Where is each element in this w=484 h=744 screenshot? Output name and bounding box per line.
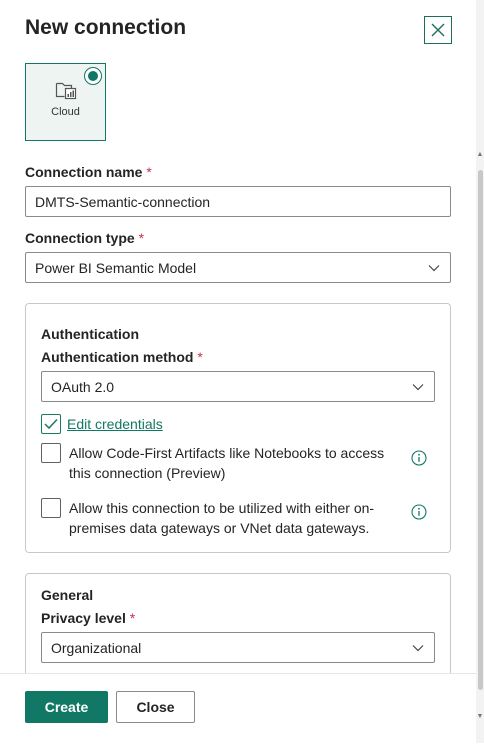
connection-name-value: DMTS-Semantic-connection xyxy=(35,193,211,210)
scroll-up-icon[interactable]: ▲ xyxy=(476,150,484,160)
info-icon[interactable] xyxy=(411,504,427,520)
chevron-down-icon xyxy=(412,644,424,651)
privacy-level-select[interactable]: Organizational xyxy=(41,632,435,663)
radio-selected-dot xyxy=(88,71,98,81)
allow-gateways-line1: Allow this connection to be utilized wit… xyxy=(69,500,375,516)
authentication-method-value: OAuth 2.0 xyxy=(51,378,115,395)
connection-type-label-text: Connection type xyxy=(25,230,135,246)
create-button[interactable]: Create xyxy=(25,691,108,723)
authentication-method-label-text: Authentication method xyxy=(41,349,194,365)
allow-code-first-text: Allow Code-First Artifacts like Notebook… xyxy=(69,443,384,483)
authentication-method-select[interactable]: OAuth 2.0 xyxy=(41,371,435,402)
privacy-level-label-text: Privacy level xyxy=(41,610,126,626)
cloud-tile-label: Cloud xyxy=(51,106,80,118)
connection-name-input[interactable]: DMTS-Semantic-connection xyxy=(25,186,451,217)
connection-type-label: Connection type * xyxy=(25,230,144,246)
cloud-connection-tile[interactable]: Cloud xyxy=(25,63,106,141)
chevron-down-icon xyxy=(412,383,424,390)
required-mark: * xyxy=(129,610,136,626)
authentication-method-label: Authentication method * xyxy=(41,349,203,365)
connection-type-value: Power BI Semantic Model xyxy=(35,259,197,276)
edit-credentials-link[interactable]: Edit credentials xyxy=(67,416,163,432)
connection-name-label: Connection name * xyxy=(25,164,152,180)
close-dialog-button[interactable] xyxy=(424,16,452,44)
connection-type-select[interactable]: Power BI Semantic Model xyxy=(25,252,451,283)
info-icon[interactable] xyxy=(411,450,427,466)
authentication-section-title: Authentication xyxy=(41,326,139,342)
chevron-down-icon xyxy=(428,264,440,271)
cloud-folder-icon xyxy=(55,82,76,100)
scrollbar-thumb[interactable] xyxy=(478,170,483,690)
allow-gateways-checkbox[interactable] xyxy=(41,498,61,518)
close-icon xyxy=(431,23,445,37)
edit-credentials-checkbox[interactable] xyxy=(41,414,61,434)
connection-name-label-text: Connection name xyxy=(25,164,143,180)
allow-code-first-line1: Allow Code-First Artifacts like Notebook… xyxy=(69,445,385,461)
allow-code-first-checkbox[interactable] xyxy=(41,443,61,463)
new-connection-panel: New connection Cloud Connection name * D… xyxy=(0,0,476,744)
required-mark: * xyxy=(138,230,145,246)
checkmark-icon xyxy=(44,418,58,430)
required-mark: * xyxy=(146,164,152,180)
allow-code-first-line2: this connection (Preview) xyxy=(69,465,226,481)
general-section-title: General xyxy=(41,587,94,603)
close-button[interactable]: Close xyxy=(116,691,195,723)
allow-gateways-line2: premises data gateways or VNet data gate… xyxy=(69,520,370,536)
allow-gateways-text: Allow this connection to be utilized wit… xyxy=(69,498,374,538)
scroll-down-icon[interactable]: ▼ xyxy=(476,712,484,722)
privacy-level-label: Privacy level * xyxy=(41,610,135,626)
dialog-title: New connection xyxy=(25,16,187,39)
privacy-level-value: Organizational xyxy=(51,639,142,656)
required-mark: * xyxy=(197,349,203,365)
cloud-tile-radio[interactable] xyxy=(84,67,102,85)
